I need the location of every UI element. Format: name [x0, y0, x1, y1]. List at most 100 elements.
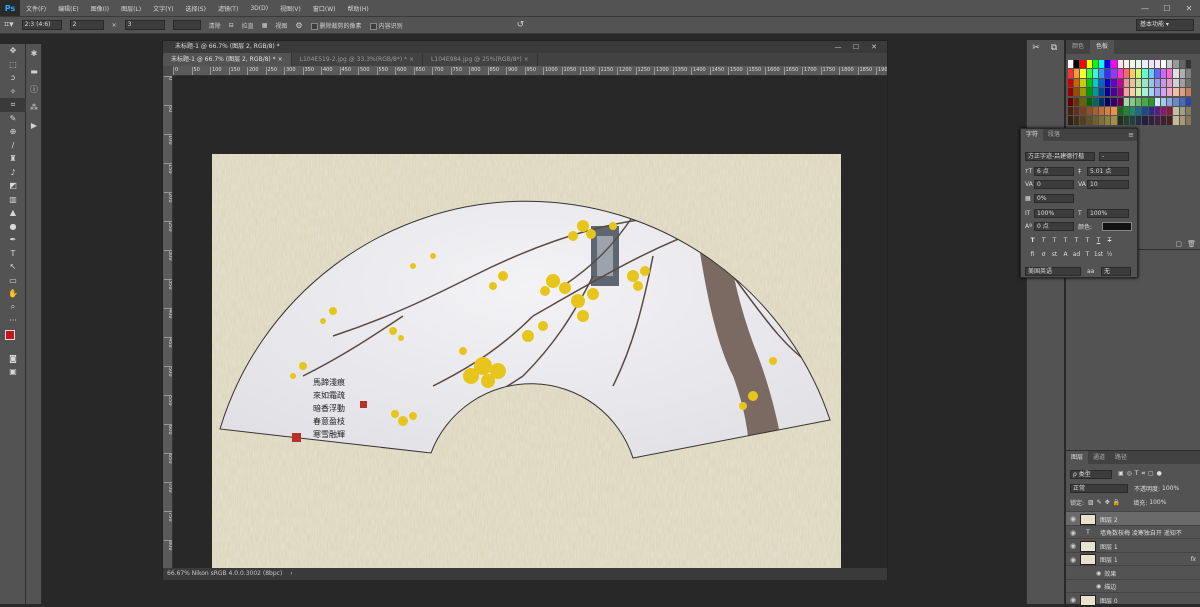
- marquee-tool-icon[interactable]: ⬚: [0, 58, 26, 72]
- doc-maximize-icon[interactable]: ☐: [849, 41, 863, 53]
- swatch[interactable]: [1167, 88, 1173, 97]
- swatch[interactable]: [1154, 107, 1160, 116]
- menu-file[interactable]: 文件(F): [20, 4, 52, 13]
- swatch[interactable]: [1161, 60, 1167, 69]
- swatch[interactable]: [1080, 116, 1086, 125]
- swatch[interactable]: [1123, 88, 1129, 97]
- vertical-ruler[interactable]: 0 50 100 150 200 250 300 350 400 450 500 550 600 650 7…: [163, 76, 173, 568]
- swatch[interactable]: [1179, 78, 1185, 87]
- swatch[interactable]: [1105, 60, 1111, 69]
- eyedropper-tool-icon[interactable]: ✎: [0, 112, 26, 126]
- swatch[interactable]: [1123, 116, 1129, 125]
- history-brush-tool-icon[interactable]: ♪: [0, 166, 26, 180]
- discretionary-button[interactable]: st: [1049, 251, 1060, 261]
- menu-layer[interactable]: 图层(L): [115, 4, 147, 13]
- swatch[interactable]: [1142, 116, 1148, 125]
- swatch[interactable]: [1185, 88, 1191, 97]
- swatch[interactable]: [1179, 116, 1185, 125]
- swatch[interactable]: [1086, 78, 1092, 87]
- language-select[interactable]: 美国英语: [1025, 266, 1081, 276]
- menu-window[interactable]: 窗口(W): [307, 4, 342, 13]
- zoom-tool-icon[interactable]: ⌕: [0, 301, 26, 315]
- strikethrough-button[interactable]: T: [1104, 237, 1115, 247]
- font-family-select[interactable]: 方正字迹-吕建德行楷: [1025, 151, 1095, 161]
- stamp-tool-icon[interactable]: ♜: [0, 152, 26, 166]
- swatch[interactable]: [1111, 60, 1117, 69]
- faux-bold-button[interactable]: T: [1027, 237, 1038, 247]
- straighten-button[interactable]: 拉直: [242, 21, 254, 30]
- swatch[interactable]: [1111, 69, 1117, 78]
- swatch[interactable]: [1167, 97, 1173, 106]
- swatch[interactable]: [1074, 88, 1080, 97]
- tab-swatches[interactable]: 色板: [1090, 40, 1115, 54]
- swatch[interactable]: [1148, 69, 1154, 78]
- underline-button[interactable]: T: [1093, 237, 1104, 247]
- hand-tool-icon[interactable]: ✋: [0, 287, 26, 301]
- screen-mode-icon[interactable]: ▣: [0, 365, 26, 379]
- swatch[interactable]: [1068, 78, 1074, 87]
- swap-icon[interactable]: ×: [112, 22, 117, 29]
- more-tools-icon[interactable]: ···: [0, 314, 26, 328]
- swatch[interactable]: [1179, 97, 1185, 106]
- swatch[interactable]: [1136, 60, 1142, 69]
- swatch[interactable]: [1136, 69, 1142, 78]
- swatch[interactable]: [1105, 88, 1111, 97]
- swatch[interactable]: [1117, 116, 1123, 125]
- doc-tab-1[interactable]: 未标题-1 @ 66.7% (图层 2, RGB/8) * ×: [163, 53, 292, 66]
- tsume-input[interactable]: 0%: [1034, 193, 1074, 203]
- swatch[interactable]: [1161, 69, 1167, 78]
- swatch[interactable]: [1136, 88, 1142, 97]
- swatch[interactable]: [1086, 107, 1092, 116]
- healing-tool-icon[interactable]: ⊕: [0, 125, 26, 139]
- minimize-icon[interactable]: —: [1134, 0, 1156, 16]
- swatch[interactable]: [1142, 60, 1148, 69]
- swatch[interactable]: [1154, 97, 1160, 106]
- swatch[interactable]: [1179, 107, 1185, 116]
- maximize-icon[interactable]: ☐: [1156, 0, 1178, 16]
- magic-wand-tool-icon[interactable]: ✧: [0, 85, 26, 99]
- swatch[interactable]: [1123, 97, 1129, 106]
- swatch[interactable]: [1154, 60, 1160, 69]
- vertical-scale-input[interactable]: 100%: [1034, 208, 1074, 218]
- layer-filter-icons[interactable]: ▣◎T⌗▢●: [1118, 470, 1165, 478]
- swatch[interactable]: [1099, 60, 1105, 69]
- path-select-tool-icon[interactable]: ↖: [0, 260, 26, 274]
- faux-italic-button[interactable]: T: [1038, 237, 1049, 247]
- swatch[interactable]: [1179, 60, 1185, 69]
- ordinal-button[interactable]: 1st: [1093, 251, 1104, 261]
- swatch[interactable]: [1173, 69, 1179, 78]
- shape-tool-icon[interactable]: ▭: [0, 274, 26, 288]
- swatch[interactable]: [1092, 107, 1098, 116]
- layer-row[interactable]: ◉ 图层 0: [1066, 592, 1200, 607]
- swatch[interactable]: [1130, 97, 1136, 106]
- workspace-select[interactable]: 基本功能 ▾: [1136, 19, 1194, 31]
- swatch[interactable]: [1099, 69, 1105, 78]
- eye-icon[interactable]: ◉: [1066, 556, 1080, 564]
- doc-close-icon[interactable]: ✕: [867, 41, 881, 53]
- superscript-button[interactable]: T: [1071, 237, 1082, 247]
- swatch[interactable]: [1123, 107, 1129, 116]
- swatch[interactable]: [1142, 69, 1148, 78]
- swatch[interactable]: [1086, 69, 1092, 78]
- swatch[interactable]: [1167, 69, 1173, 78]
- swatch[interactable]: [1154, 116, 1160, 125]
- swatch[interactable]: [1136, 116, 1142, 125]
- clear-button[interactable]: 清除: [209, 21, 221, 30]
- histogram-icon[interactable]: ▬: [26, 62, 42, 80]
- leading-input[interactable]: 5.01 点: [1087, 166, 1129, 176]
- swatch[interactable]: [1074, 107, 1080, 116]
- swatch[interactable]: [1179, 69, 1185, 78]
- tab-color[interactable]: 颜色: [1066, 40, 1090, 54]
- swatch[interactable]: [1117, 60, 1123, 69]
- menu-view[interactable]: 视图(V): [274, 4, 307, 13]
- swatch[interactable]: [1136, 97, 1142, 106]
- swatch[interactable]: [1179, 88, 1185, 97]
- small-caps-button[interactable]: T: [1060, 237, 1071, 247]
- swatch[interactable]: [1161, 116, 1167, 125]
- swatch[interactable]: [1092, 69, 1098, 78]
- swatch[interactable]: [1080, 78, 1086, 87]
- swatch[interactable]: [1080, 88, 1086, 97]
- settings-icon[interactable]: ✱: [26, 44, 42, 62]
- swatch[interactable]: [1111, 97, 1117, 106]
- swatch[interactable]: [1142, 97, 1148, 106]
